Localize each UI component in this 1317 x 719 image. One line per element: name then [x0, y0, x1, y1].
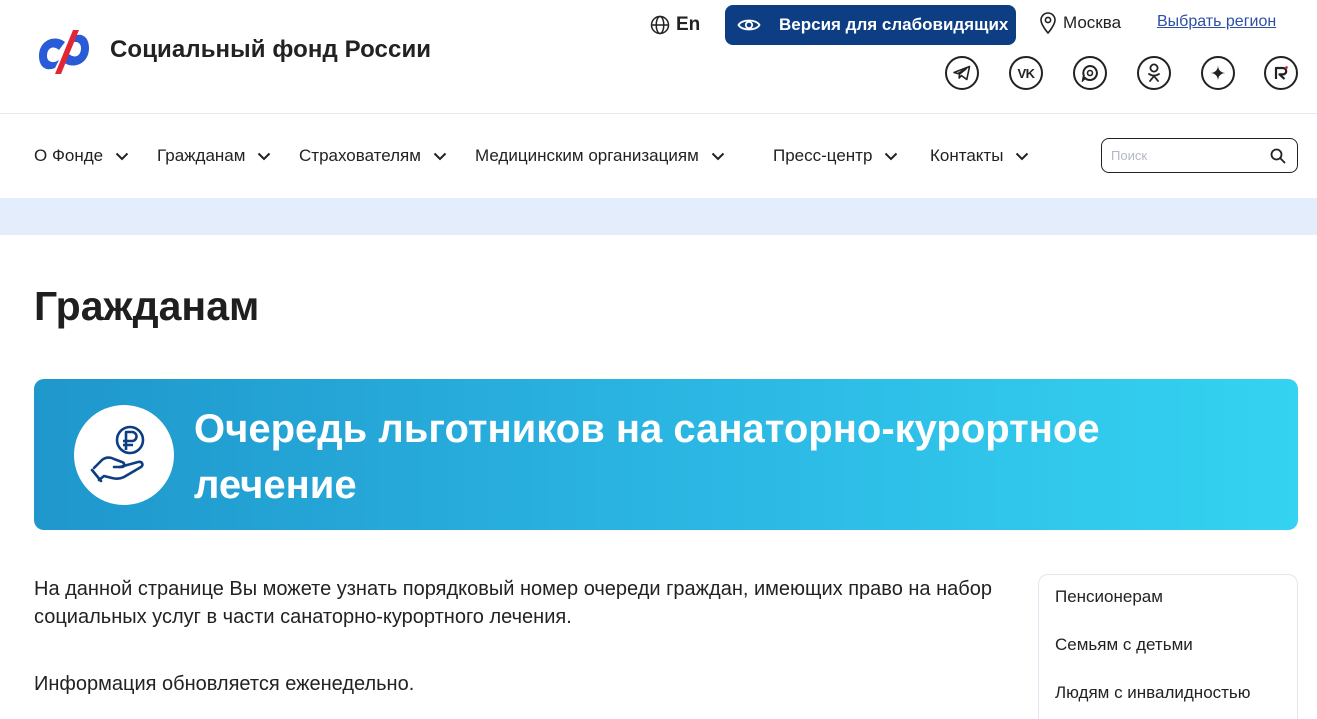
telegram-icon[interactable] — [945, 56, 979, 90]
chevron-down-icon — [433, 152, 447, 160]
location-pin-icon — [1040, 12, 1056, 34]
breadcrumb-band — [0, 198, 1317, 235]
chevron-down-icon — [258, 152, 271, 160]
chevron-down-icon — [885, 152, 898, 160]
brand-name[interactable]: Социальный фонд России — [110, 36, 431, 64]
eye-icon — [737, 19, 761, 31]
max-icon[interactable] — [1073, 56, 1107, 90]
search-box — [1101, 138, 1298, 173]
chevron-down-icon — [711, 152, 724, 160]
page-title: Гражданам — [34, 283, 260, 329]
search-icon[interactable] — [1270, 148, 1286, 164]
nav-item-insurers[interactable]: Страхователям — [299, 146, 447, 166]
odnoklassniki-icon[interactable] — [1137, 56, 1171, 90]
nav-label: Контакты — [930, 146, 1004, 165]
sfr-logo[interactable] — [33, 26, 95, 78]
site-header: Социальный фонд России En Версия для сла… — [0, 0, 1317, 114]
intro-text: На данной странице Вы можете узнать поря… — [34, 578, 992, 628]
dzen-icon[interactable] — [1201, 56, 1235, 90]
update-note: Информация обновляется еженедельно. — [34, 673, 415, 695]
nav-item-contacts[interactable]: Контакты — [930, 146, 1029, 166]
nav-label: Гражданам — [157, 146, 246, 165]
side-menu-item-disabled[interactable]: Людям с инвалидностью — [1055, 683, 1251, 703]
banner-icon-circle — [74, 405, 174, 505]
rutube-icon[interactable] — [1264, 56, 1298, 90]
ruble-hand-icon — [90, 425, 145, 483]
language-switch[interactable]: En — [650, 13, 700, 37]
select-region-link[interactable]: Выбрать регион — [1157, 13, 1276, 31]
section-banner: Очередь льготников на санаторно-курортно… — [34, 379, 1298, 530]
accessibility-label: Версия для слабовидящих — [779, 15, 1009, 34]
nav-label: Пресс-центр — [773, 146, 873, 165]
side-menu-item-families[interactable]: Семьям с детьми — [1055, 635, 1193, 655]
banner-title: Очередь льготников на санаторно-курортно… — [194, 407, 1100, 507]
nav-label: Страхователям — [299, 146, 421, 165]
current-city: Москва — [1039, 12, 1121, 34]
vk-icon[interactable]: VK — [1009, 56, 1043, 90]
nav-item-medical-organizations[interactable]: Медицинским организациям — [475, 146, 725, 166]
chevron-down-icon — [115, 152, 129, 160]
globe-icon — [650, 15, 670, 35]
social-links: VK — [945, 56, 1298, 90]
accessibility-version-button[interactable]: Версия для слабовидящих — [725, 5, 1016, 45]
nav-label: Медицинским организациям — [475, 146, 699, 165]
language-label: En — [676, 14, 701, 35]
nav-label: О Фонде — [34, 146, 104, 165]
search-input[interactable] — [1111, 140, 1271, 171]
chevron-down-icon — [1016, 152, 1029, 160]
side-menu-item-pensioners[interactable]: Пенсионерам — [1055, 587, 1163, 607]
nav-item-press-center[interactable]: Пресс-центр — [773, 146, 898, 166]
nav-item-about-fund[interactable]: О Фонде — [34, 146, 129, 166]
side-menu: Пенсионерам Семьям с детьми Людям с инва… — [1038, 574, 1298, 719]
nav-item-citizens[interactable]: Гражданам — [157, 146, 271, 166]
city-label: Москва — [1063, 13, 1122, 32]
